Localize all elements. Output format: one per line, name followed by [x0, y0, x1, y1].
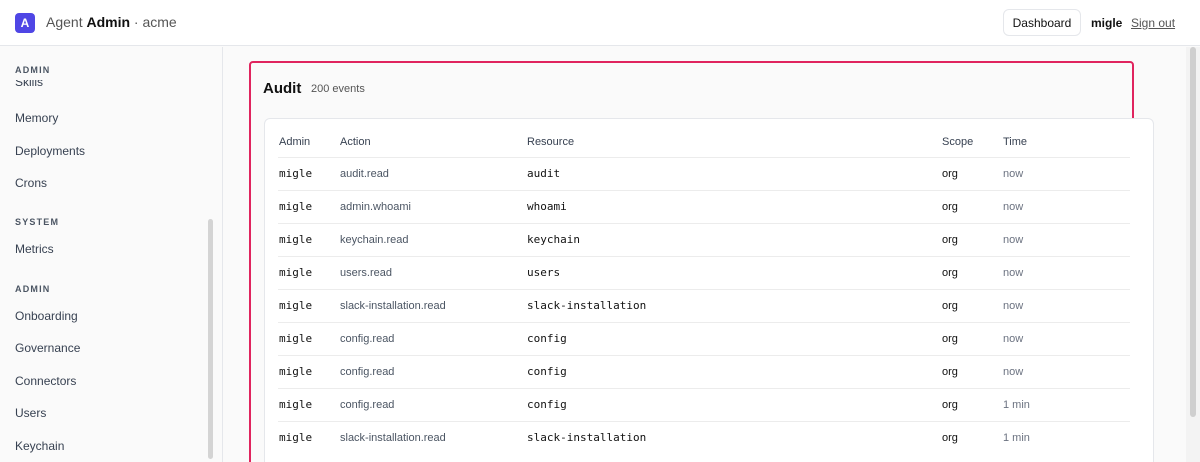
row-resource: keychain [527, 233, 580, 246]
row-time: now [1003, 366, 1024, 378]
row-action: audit.read [340, 168, 389, 180]
column-header-time: Time [1003, 136, 1028, 148]
row-time: 1 min [1003, 399, 1030, 411]
row-resource: config [527, 365, 567, 378]
row-time: now [1003, 333, 1024, 345]
brand-bold: Admin [86, 14, 131, 30]
table-row[interactable]: migle config.read config org now [278, 355, 1130, 388]
row-resource: audit [527, 167, 561, 180]
column-header-resource: Resource [527, 136, 575, 148]
row-resource: config [527, 332, 567, 345]
sidebar-item-deployments[interactable]: Deployments [15, 144, 85, 158]
row-resource: slack-installation [527, 431, 647, 444]
sidebar: ADMIN Skills Memory Deployments Crons SY… [0, 47, 223, 462]
row-time: 1 min [1003, 432, 1030, 444]
row-time: now [1003, 201, 1024, 213]
table-row[interactable]: migle slack-installation.read slack-instal… [278, 289, 1130, 322]
top-bar: A Agent Admin · acme Dashboard migle Sig… [0, 0, 1200, 46]
row-action: users.read [340, 267, 392, 279]
row-action: admin.whoami [340, 201, 411, 213]
row-admin: migle [279, 167, 313, 180]
row-resource: whoami [527, 200, 567, 213]
row-scope: org [942, 432, 958, 444]
row-resource: config [527, 398, 567, 411]
app-title: Agent Admin · acme [46, 14, 177, 30]
row-scope: org [942, 201, 958, 213]
row-admin: migle [279, 299, 313, 312]
sign-out-link[interactable]: Sign out [1131, 16, 1175, 30]
logo-letter: A [20, 16, 30, 30]
row-time: now [1003, 267, 1024, 279]
row-admin: migle [279, 365, 313, 378]
dashboard-button[interactable]: Dashboard [1003, 9, 1081, 36]
row-scope: org [942, 300, 958, 312]
brand-prefix: Agent [46, 14, 87, 30]
sidebar-item-skills[interactable]: Skills [15, 80, 43, 88]
row-admin: migle [279, 431, 313, 444]
row-time: now [1003, 300, 1024, 312]
sidebar-item-governance[interactable]: Governance [15, 341, 80, 355]
sidebar-item-skills-label: Skills [15, 80, 44, 88]
table-row[interactable]: migle config.read config org now [278, 322, 1130, 355]
row-action: slack-installation.read [340, 300, 446, 312]
sidebar-item-users[interactable]: Users [15, 406, 46, 420]
row-action: slack-installation.read [340, 432, 446, 444]
sidebar-item-connectors[interactable]: Connectors [15, 374, 76, 388]
row-admin: migle [279, 398, 313, 411]
row-time: now [1003, 234, 1024, 246]
row-admin: migle [279, 233, 313, 246]
row-scope: org [942, 168, 958, 180]
sidebar-scrollbar[interactable] [208, 219, 213, 459]
column-header-action: Action [340, 136, 371, 148]
table-row[interactable]: migle slack-installation.read slack-instal… [278, 421, 1130, 454]
row-scope: org [942, 366, 958, 378]
row-scope: org [942, 234, 958, 246]
sidebar-item-crons[interactable]: Crons [15, 176, 47, 190]
sidebar-section-system: SYSTEM [15, 217, 60, 227]
column-header-scope: Scope [942, 136, 974, 148]
row-resource: users [527, 266, 561, 279]
brand-suffix: · acme [130, 14, 177, 30]
row-scope: org [942, 267, 958, 279]
row-scope: org [942, 333, 958, 345]
table-row[interactable]: migle config.read config org 1 min [278, 388, 1130, 421]
row-action: keychain.read [340, 234, 409, 246]
audit-title: Audit [263, 80, 302, 97]
row-action: config.read [340, 399, 395, 411]
sidebar-item-memory[interactable]: Memory [15, 111, 58, 125]
row-scope: org [942, 399, 958, 411]
sidebar-item-keychain[interactable]: Keychain [15, 439, 64, 453]
sidebar-item-onboarding[interactable]: Onboarding [15, 309, 78, 323]
sidebar-section-admin: ADMIN [15, 284, 51, 294]
row-action: config.read [340, 333, 395, 345]
row-time: now [1003, 168, 1024, 180]
row-admin: migle [279, 266, 313, 279]
table-row[interactable]: migle keychain.read keychain org now [278, 223, 1130, 256]
table-row[interactable]: migle users.read users org now [278, 256, 1130, 289]
page-scrollbar-thumb[interactable] [1190, 47, 1196, 417]
table-row[interactable]: migle audit.read audit org now [278, 157, 1130, 190]
app-logo: A [15, 13, 35, 33]
current-user: migle [1091, 16, 1123, 30]
sidebar-item-metrics[interactable]: Metrics [15, 242, 54, 256]
row-action: config.read [340, 366, 395, 378]
row-admin: migle [279, 200, 313, 213]
row-resource: slack-installation [527, 299, 647, 312]
sidebar-section-admin-top: ADMIN [15, 65, 51, 75]
column-header-admin: Admin [279, 136, 311, 148]
audit-event-count: 200 events [311, 83, 365, 95]
table-row[interactable]: migle admin.whoami whoami org now [278, 190, 1130, 223]
row-admin: migle [279, 332, 313, 345]
